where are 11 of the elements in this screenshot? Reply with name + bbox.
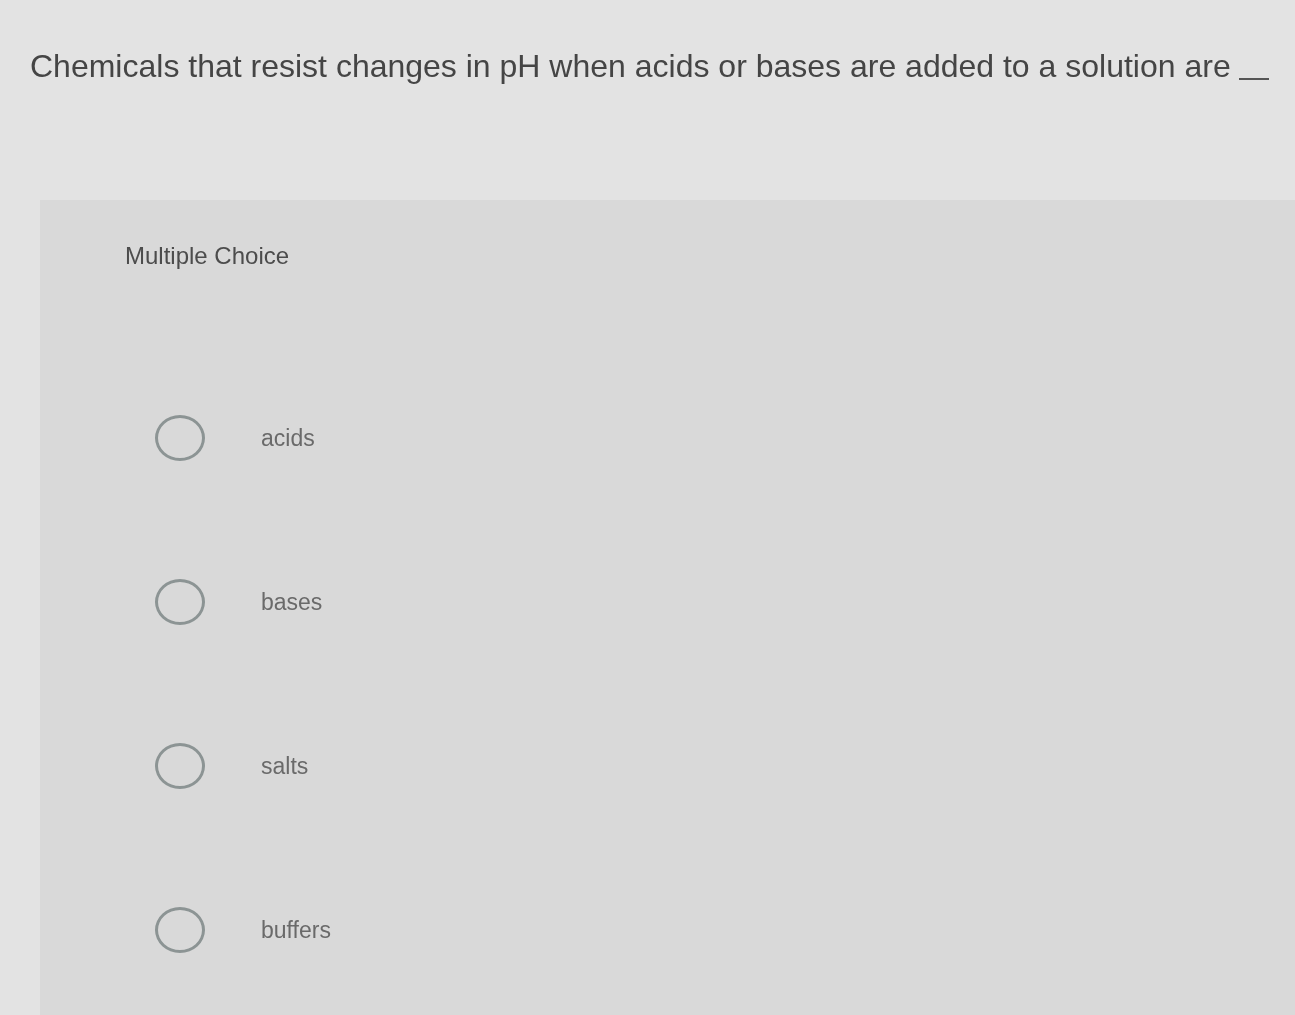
option-label[interactable]: salts bbox=[261, 752, 309, 780]
question-text: Chemicals that resist changes in pH when acids or bases are added to a solution are bbox=[30, 47, 1231, 86]
radio-button[interactable] bbox=[155, 415, 205, 461]
radio-button[interactable] bbox=[155, 907, 205, 953]
option-label[interactable]: acids bbox=[261, 424, 315, 452]
fill-in-line[interactable] bbox=[1238, 78, 1269, 80]
radio-button[interactable] bbox=[155, 579, 205, 625]
option-label[interactable]: bases bbox=[261, 588, 323, 616]
radio-button[interactable] bbox=[155, 743, 205, 789]
option-label[interactable]: buffers bbox=[261, 916, 331, 944]
question-type-label: Multiple Choice bbox=[125, 242, 290, 270]
